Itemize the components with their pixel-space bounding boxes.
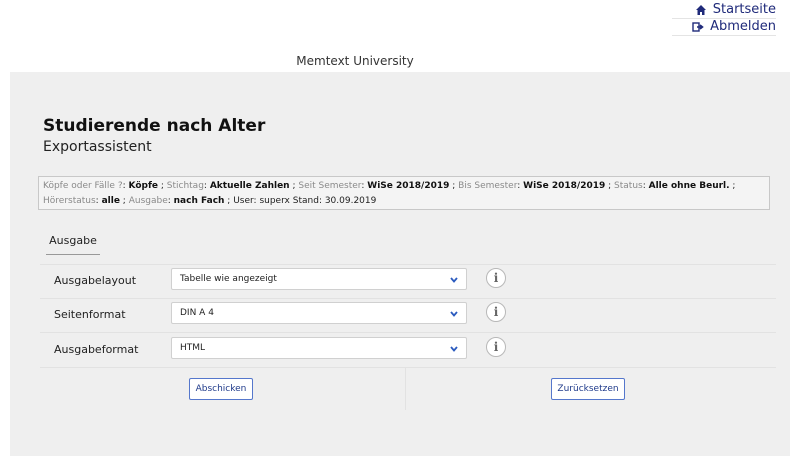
layout-select-value: Tabelle wie angezeigt [180,274,277,284]
home-link[interactable]: Startseite [672,2,776,19]
filter-label: Stichtag [166,181,204,191]
university-name: Memtext University [296,54,414,68]
page-format-select[interactable]: DIN A 4 [171,302,467,324]
output-format-select-value: HTML [180,343,206,353]
home-link-label: Startseite [712,2,776,17]
chevron-down-icon [450,346,458,352]
page-format-row: Seitenformat DIN A 4 i [40,298,776,333]
filter-label: Ausgabe [128,196,168,206]
button-divider [405,368,406,410]
filter-value: Alle ohne Beurl. [648,181,730,191]
filter-value: Aktuelle Zahlen [209,181,290,191]
filter-label: Bis Semester [458,181,518,191]
output-format-label: Ausgabeformat [54,343,139,356]
chevron-down-icon [450,277,458,283]
output-format-select[interactable]: HTML [171,337,467,359]
page-format-select-value: DIN A 4 [180,308,214,318]
sign-out-icon [692,22,704,32]
filter-value: nach Fach [173,196,225,206]
home-icon [695,5,706,15]
filter-label: Köpfe oder Fälle ? [43,181,123,191]
submit-button[interactable]: Abschicken [189,378,253,400]
filter-label: Seit Semester [298,181,362,191]
filter-summary: Köpfe oder Fälle ?: Köpfe ; Stichtag: Ak… [38,176,770,210]
user-text: User: superx [233,196,290,206]
layout-row: Ausgabelayout Tabelle wie angezeigt i [40,264,776,299]
filter-value: WiSe 2018/2019 [523,181,606,191]
logout-link[interactable]: Abmelden [672,19,776,36]
filter-label: Status [614,181,643,191]
page-title: Studierende nach Alter [43,116,266,136]
info-icon[interactable]: i [486,302,506,322]
info-icon[interactable]: i [486,268,506,288]
logout-link-label: Abmelden [710,19,776,34]
filter-value: alle [101,196,120,206]
output-format-row: Ausgabeformat HTML i [40,333,776,368]
button-row: Abschicken Zurücksetzen [40,368,776,410]
filter-label: Hörerstatus [43,196,96,206]
chevron-down-icon [450,311,458,317]
layout-label: Ausgabelayout [54,274,137,287]
main-panel: Studierende nach Alter Exportassistent K… [10,72,790,456]
stand-text: Stand: 30.09.2019 [292,196,377,206]
page-format-label: Seitenformat [54,308,126,321]
filter-value: WiSe 2018/2019 [367,181,450,191]
top-links: Startseite Abmelden [672,2,776,36]
info-icon[interactable]: i [486,337,506,357]
page-subtitle: Exportassistent [43,139,152,155]
filter-value: Köpfe [128,181,158,191]
reset-button[interactable]: Zurücksetzen [551,378,625,400]
layout-select[interactable]: Tabelle wie angezeigt [171,268,467,290]
tab-ausgabe[interactable]: Ausgabe [46,234,100,255]
